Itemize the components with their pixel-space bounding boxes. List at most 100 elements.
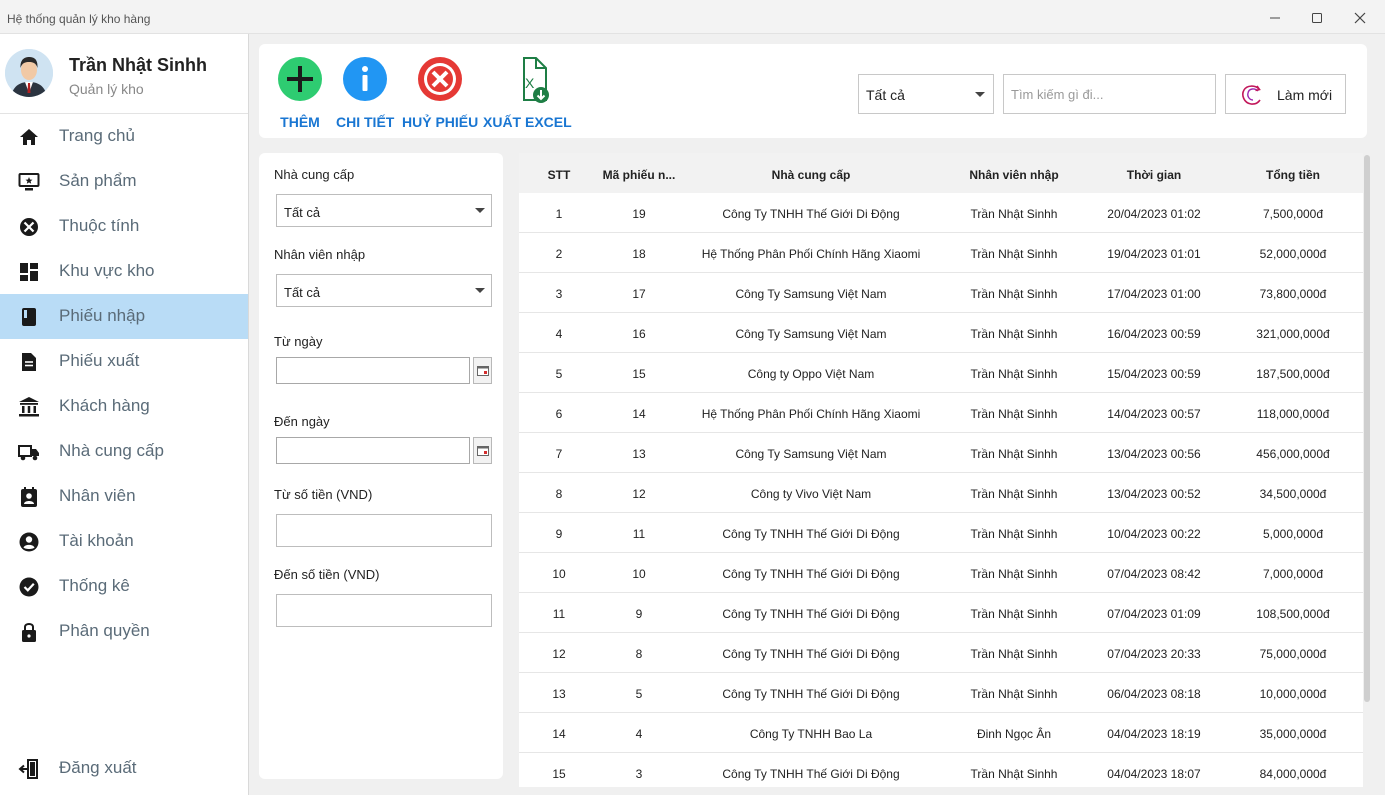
permission-icon xyxy=(22,623,36,642)
table-row[interactable]: 13 5 Công Ty TNHH Thế Giới Di Động Trần Nhậ… xyxy=(519,673,1363,713)
sidebar: Trần Nhật Sinhh Quản lý kho Trang chủ Sả… xyxy=(0,34,249,795)
supplier-filter-label: Nhà cung cấp xyxy=(274,167,355,182)
cell-total: 52,000,000đ xyxy=(1259,247,1327,261)
add-button[interactable]: THÊM xyxy=(277,56,323,130)
refresh-button[interactable]: Làm mới xyxy=(1225,74,1346,114)
cell-employee: Đinh Ngọc Ân xyxy=(976,727,1052,741)
filter-panel: Nhà cung cấp Tất cả Nhân viên nhập Tất c… xyxy=(259,153,503,779)
cell-supplier: Công ty Oppo Việt Nam xyxy=(747,367,875,381)
svg-text:X: X xyxy=(525,75,535,91)
sidebar-item-products[interactable]: Sản phẩm xyxy=(0,159,248,204)
table-row[interactable]: 14 4 Công Ty TNHH Bao La Đinh Ngọc Ân 04/04/… xyxy=(519,713,1363,753)
from-amount-input[interactable] xyxy=(276,514,492,547)
employee-filter-select[interactable]: Tất cả xyxy=(276,274,492,307)
table-row[interactable]: 12 8 Công Ty TNHH Thế Giới Di Động Trần Nhậ… xyxy=(519,633,1363,673)
employee-icon xyxy=(21,487,37,507)
sidebar-item-permissions[interactable]: Phân quyền xyxy=(0,609,248,654)
export-receipt-icon xyxy=(22,353,36,371)
search-filter-select[interactable]: Tất cả xyxy=(858,74,994,114)
column-header-total: Tổng tiền xyxy=(1266,168,1320,182)
cell-time: 04/04/2023 18:07 xyxy=(1107,767,1201,781)
table-row[interactable]: 9 11 Công Ty TNHH Thế Giới Di Động Trần Nhậ… xyxy=(519,513,1363,553)
sidebar-item-label: Khách hàng xyxy=(59,396,150,415)
minimize-button[interactable] xyxy=(1265,8,1285,28)
logout-button[interactable]: Đăng xuất xyxy=(0,746,248,791)
user-name: Trần Nhật Sinhh xyxy=(69,55,208,75)
maximize-button[interactable] xyxy=(1307,8,1327,28)
chevron-down-icon xyxy=(475,208,485,213)
chevron-down-icon xyxy=(975,92,985,97)
sidebar-item-attributes[interactable]: Thuộc tính xyxy=(0,204,248,249)
sidebar-item-employees[interactable]: Nhân viên xyxy=(0,474,248,519)
cell-receipt-id: 16 xyxy=(632,327,646,341)
account-icon xyxy=(19,532,39,552)
cancel-receipt-button[interactable]: HUỶ PHIẾU xyxy=(402,56,478,130)
sidebar-item-home[interactable]: Trang chủ xyxy=(0,114,248,159)
table-row[interactable]: 119Công Ty TNHH Thế Giới Di ĐộngTrần Nhậ… xyxy=(519,593,1363,633)
cell-receipt-id: 9 xyxy=(635,607,643,621)
from-date-input[interactable] xyxy=(276,357,470,384)
cell-time: 16/04/2023 00:59 xyxy=(1107,327,1201,341)
cell-receipt-id: 14 xyxy=(632,407,646,421)
cell-employee: Trần Nhật Sinhh xyxy=(970,287,1058,301)
column-header-employee: Nhân viên nhập xyxy=(969,168,1059,182)
supplier-filter-select[interactable]: Tất cả xyxy=(276,194,492,227)
sidebar-item-import-receipt[interactable]: Phiếu nhập xyxy=(0,294,248,339)
cell-employee: Trần Nhật Sinhh xyxy=(970,487,1058,501)
cell-employee: Trần Nhật Sinhh xyxy=(970,647,1058,661)
table-row[interactable]: 5 15 Công ty Oppo Việt Nam Trần Nhật Sinhh 1… xyxy=(519,353,1363,393)
table-row[interactable]: 15 3 Công Ty TNHH Thế Giới Di Động Trần Nhậ… xyxy=(519,753,1363,787)
table-row[interactable]: 3 17 Công Ty Samsung Việt Nam Trần Nhật Sin… xyxy=(519,273,1363,313)
table-row[interactable]: 10 10 Công Ty TNHH Thế Giới Di Động Trần Nh… xyxy=(519,553,1363,593)
cell-stt: 15 xyxy=(552,767,566,781)
sidebar-item-suppliers[interactable]: Nhà cung cấp xyxy=(0,429,248,474)
detail-button[interactable]: CHI TIẾT xyxy=(336,56,394,130)
sidebar-item-customers[interactable]: Khách hàng xyxy=(0,384,248,429)
to-date-input[interactable] xyxy=(276,437,470,464)
search-filter-value: Tất cả xyxy=(866,87,905,103)
sidebar-item-export-receipt[interactable]: Phiếu xuất xyxy=(0,339,248,384)
table-row[interactable]: 4 16 Công Ty Samsung Việt Nam Trần Nhật Sin… xyxy=(519,313,1363,353)
from-date-picker-button[interactable] xyxy=(473,357,492,384)
sidebar-item-label: Phiếu nhập xyxy=(59,306,146,325)
to-date-picker-button[interactable] xyxy=(473,437,492,464)
cell-supplier: Công Ty TNHH Thế Giới Di Động xyxy=(722,567,900,581)
cell-receipt-id: 13 xyxy=(632,447,646,461)
cell-receipt-id: 19 xyxy=(632,207,646,221)
cell-supplier: Công Ty TNHH Thế Giới Di Động xyxy=(722,767,900,781)
cell-receipt-id: 4 xyxy=(635,727,643,741)
close-button[interactable] xyxy=(1350,8,1370,28)
table-row[interactable]: 6 14 Hệ Thống Phân Phối Chính Hãng Xiaomi T… xyxy=(519,393,1363,433)
calendar-icon xyxy=(476,445,489,456)
table-row[interactable]: 8 12 Công ty Vivo Việt Nam Trần Nhật Sinhh 1… xyxy=(519,473,1363,513)
cell-employee: Trần Nhật Sinhh xyxy=(970,687,1058,701)
sidebar-item-warehouse-area[interactable]: Khu vực kho xyxy=(0,249,248,294)
home-icon xyxy=(20,129,38,145)
table-scrollbar[interactable] xyxy=(1364,155,1370,702)
close-icon xyxy=(1354,12,1366,24)
user-role: Quản lý kho xyxy=(69,81,144,97)
table-row[interactable]: 7 13 Công Ty Samsung Việt Nam Trần Nhật Sin… xyxy=(519,433,1363,473)
cell-stt: 5 xyxy=(555,367,563,381)
search-input[interactable] xyxy=(1003,74,1216,114)
cell-stt: 1 xyxy=(555,207,563,221)
cell-employee: Trần Nhật Sinhh xyxy=(970,527,1058,541)
sidebar-item-statistics[interactable]: Thống kê xyxy=(0,564,248,609)
cell-receipt-id: 18 xyxy=(632,247,646,261)
cell-supplier: Công Ty Samsung Việt Nam xyxy=(735,287,887,301)
refresh-label: Làm mới xyxy=(1277,87,1333,103)
plus-icon xyxy=(278,57,322,101)
export-excel-button[interactable]: X XUẤT EXCEL xyxy=(483,56,572,130)
cell-employee: Trần Nhật Sinhh xyxy=(970,567,1058,581)
cell-supplier: Hệ Thống Phân Phối Chính Hãng Xiaomi xyxy=(701,407,921,421)
cell-stt: 3 xyxy=(555,287,563,301)
cell-stt: 12 xyxy=(552,647,566,661)
table-row[interactable]: 2 18 Hệ Thống Phân Phối Chính Hãng Xiaomi T… xyxy=(519,233,1363,273)
cell-receipt-id: 10 xyxy=(632,567,646,581)
cell-employee: Trần Nhật Sinhh xyxy=(970,767,1058,781)
to-amount-input[interactable] xyxy=(276,594,492,627)
cell-time: 19/04/2023 01:01 xyxy=(1107,247,1201,261)
cell-stt: 10 xyxy=(552,567,566,581)
sidebar-item-account[interactable]: Tài khoản xyxy=(0,519,248,564)
table-row[interactable]: 119Công Ty TNHH Thế Giới Di ĐộngTrần Nhậ… xyxy=(519,193,1363,233)
